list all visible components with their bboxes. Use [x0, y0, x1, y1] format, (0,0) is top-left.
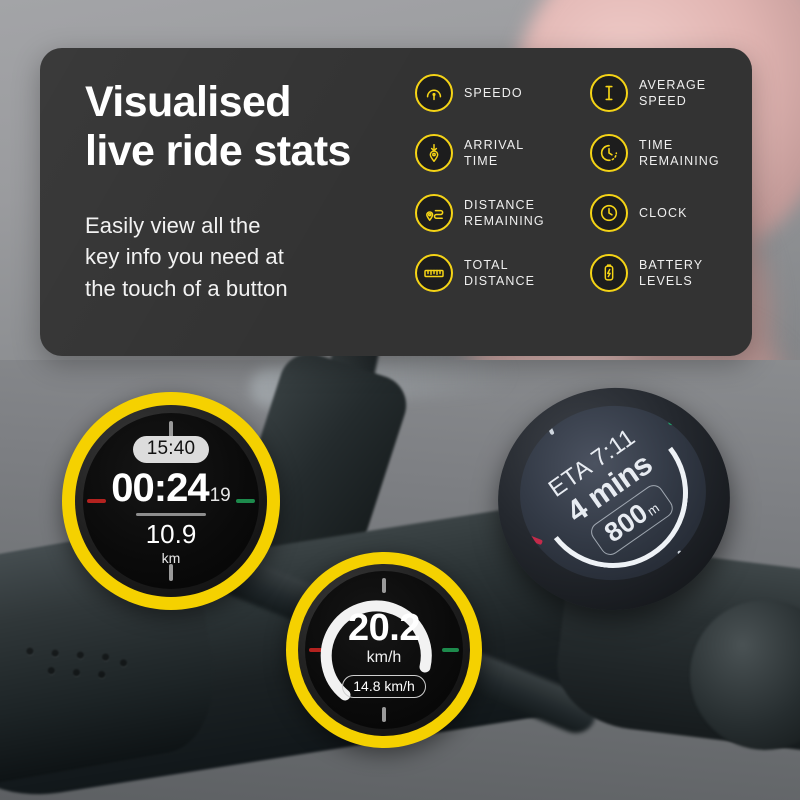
distance-value: 10.9 [145, 518, 197, 549]
info-panel: Visualised live ride stats Easily view a… [40, 48, 752, 356]
clock-icon [590, 194, 628, 232]
page-title: Visualised live ride stats [85, 78, 351, 176]
feature-label: ARRIVAL TIME [464, 138, 525, 168]
divider [136, 512, 206, 516]
device-navigation[interactable]: ETA 7:11 4 mins 800 m [485, 374, 743, 624]
feature-clock[interactable]: CLOCK [590, 194, 745, 232]
panel-subcopy: Easily view all the key info you need at… [85, 213, 288, 301]
feature-label: CLOCK [639, 206, 688, 220]
feature-speedo[interactable]: SPEEDO [415, 74, 570, 112]
feature-average-speed[interactable]: AVERAGE SPEED [590, 74, 745, 112]
feature-distance-remaining[interactable]: DISTANCE REMAINING [415, 194, 570, 232]
time-remaining-icon [590, 134, 628, 172]
device-screen: 15:40 00:24 19 10.9 km [83, 413, 259, 589]
total-distance-ruler-icon [415, 254, 453, 292]
panel-copy-block: Visualised live ride stats Easily view a… [85, 78, 425, 304]
speed-unit: km/h [366, 648, 402, 666]
feature-battery-levels[interactable]: BATTERY LEVELS [590, 254, 745, 292]
clock-pill: 15:40 [132, 435, 210, 463]
elapsed-fraction: 19 [209, 484, 231, 506]
feature-label: SPEEDO [464, 86, 523, 100]
feature-label: DISTANCE REMAINING [464, 198, 545, 228]
elapsed-time: 00:24 [111, 465, 209, 510]
feature-total-distance[interactable]: TOTAL DISTANCE [415, 254, 570, 292]
feature-arrival-time[interactable]: ARRIVAL TIME [415, 134, 570, 172]
distance-unit: km [161, 550, 181, 567]
arrival-time-pin-icon [415, 134, 453, 172]
average-speed-pill: 14.8 km/h [342, 674, 426, 698]
battery-levels-icon [590, 254, 628, 292]
average-speed-icon [590, 74, 628, 112]
feature-label: BATTERY LEVELS [639, 258, 704, 288]
device-ride-timer[interactable]: 15:40 00:24 19 10.9 km [62, 392, 280, 610]
feature-label: TOTAL DISTANCE [464, 258, 536, 288]
speedo-gauge-icon [415, 74, 453, 112]
speed-value: 20.2 [348, 606, 420, 649]
feature-time-remaining[interactable]: TIME REMAINING [590, 134, 745, 172]
device-screen: 20.2 km/h 14.8 km/h [305, 571, 463, 729]
feature-label: TIME REMAINING [639, 138, 720, 168]
feature-label: AVERAGE SPEED [639, 78, 707, 108]
distance-remaining-icon [415, 194, 453, 232]
device-speedometer[interactable]: 20.2 km/h 14.8 km/h [286, 552, 482, 748]
feature-list: SPEEDO AVERAGE SPEED ARRIVAL TIME TIME R… [415, 74, 745, 292]
